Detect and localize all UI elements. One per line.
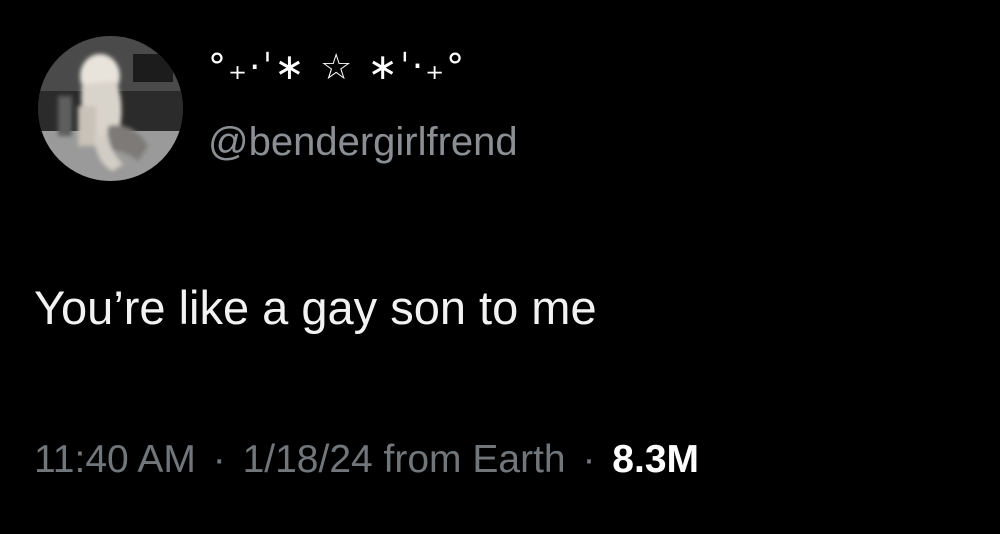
profile-photo-icon (38, 36, 183, 181)
tweet-time[interactable]: 11:40 AM (34, 438, 196, 481)
display-name[interactable]: °₊·ˈ∗ ☆ ∗ˈ‧₊° (208, 44, 466, 92)
tweet-meta: 11:40 AM · 1/18/24 from Earth · 8.3M (34, 434, 699, 486)
tweet-text: You’re like a gay son to me (34, 281, 597, 334)
tweet-date[interactable]: 1/18/24 (243, 438, 373, 481)
user-handle[interactable]: @bendergirlfrend (208, 116, 518, 168)
meta-separator: · (582, 438, 596, 481)
view-count[interactable]: 8.3M (612, 438, 699, 481)
avatar[interactable] (38, 36, 183, 181)
meta-separator: · (212, 438, 226, 481)
tweet-source: from Earth (383, 438, 566, 481)
